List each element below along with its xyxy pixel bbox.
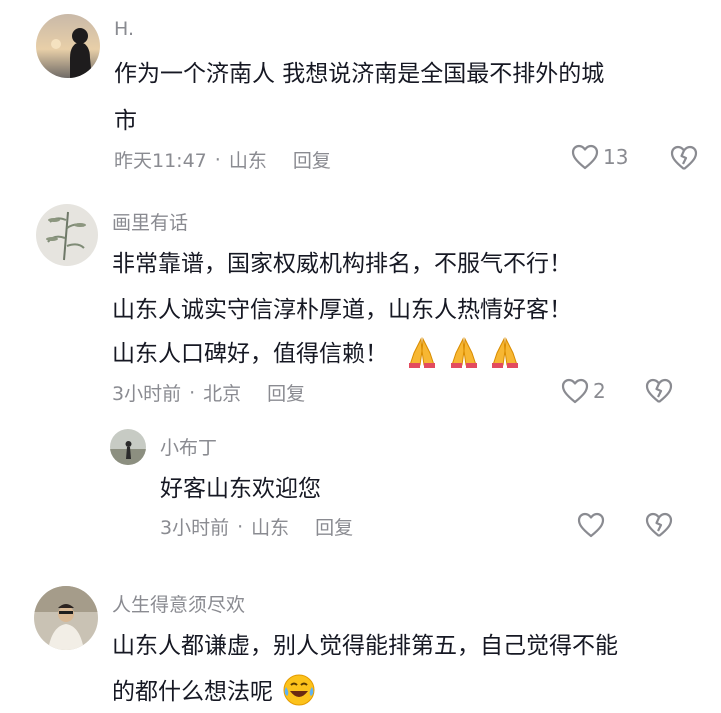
username[interactable]: 人生得意须尽欢 (112, 590, 245, 617)
meta-separator: · (237, 515, 244, 538)
folded-hands-emoji (405, 335, 439, 375)
meta-separator: · (214, 148, 221, 171)
location: 北京 (203, 383, 242, 405)
reply-button[interactable]: 回复 (315, 513, 353, 540)
comment-text: 山东人口碑好，值得信赖！ (112, 341, 388, 367)
avatar[interactable] (110, 429, 146, 465)
comment-text-line: 山东人诚实守信淳朴厚道，山东人热情好客！ (112, 297, 572, 323)
timestamp: 昨天11:47 (114, 150, 207, 172)
heart-icon (577, 512, 605, 538)
comment-meta: 3小时前 · 山东 回复 (160, 513, 353, 540)
broken-heart-icon (645, 378, 673, 403)
comment-text-line: 作为一个济南人 我想说济南是全国最不排外的城 (114, 61, 605, 87)
comment-text-line: 山东人都谦虚，别人觉得能排第五，自己觉得不能 (112, 633, 618, 659)
username[interactable]: 画里有话 (112, 208, 188, 235)
like-count: 2 (593, 379, 606, 403)
comment-text-line: 好客山东欢迎您 (160, 476, 321, 502)
username[interactable]: 小布丁 (160, 433, 217, 460)
location: 山东 (251, 517, 290, 539)
avatar[interactable] (36, 14, 100, 78)
comment-text-line-with-emoji: 的都什么想法呢 (112, 672, 316, 713)
reply-button[interactable]: 回复 (267, 379, 305, 406)
location: 山东 (228, 150, 267, 172)
folded-hands-emoji (488, 335, 522, 375)
avatar[interactable] (36, 204, 98, 266)
comment-text-line-with-emoji: 山东人口碑好，值得信赖！ (112, 334, 522, 375)
heart-icon (561, 378, 589, 404)
comment-meta: 昨天11:47 · 山东 回复 (114, 146, 331, 173)
like-button[interactable]: 2 (561, 378, 606, 404)
timestamp: 3小时前 (112, 383, 182, 405)
broken-heart-icon (670, 145, 698, 170)
comment-meta: 3小时前 · 北京 回复 (112, 379, 305, 406)
username[interactable]: H. (114, 18, 134, 40)
like-button[interactable] (577, 512, 605, 538)
broken-heart-icon (645, 512, 673, 537)
like-count: 13 (603, 145, 629, 169)
comment-text-line: 非常靠谱，国家权威机构排名，不服气不行！ (112, 251, 572, 277)
folded-hands-emoji (447, 335, 481, 375)
meta-separator: · (189, 381, 196, 404)
timestamp: 3小时前 (160, 517, 230, 539)
heart-icon (571, 144, 599, 170)
like-button[interactable]: 13 (571, 144, 628, 170)
comment-text-line: 市 (114, 108, 137, 134)
avatar[interactable] (34, 586, 98, 650)
laughing-tears-emoji (282, 673, 316, 713)
comment-text: 的都什么想法呢 (112, 679, 273, 705)
dislike-button[interactable] (670, 145, 698, 175)
dislike-button[interactable] (645, 378, 673, 408)
reply-button[interactable]: 回复 (293, 146, 331, 173)
dislike-button[interactable] (645, 512, 673, 542)
